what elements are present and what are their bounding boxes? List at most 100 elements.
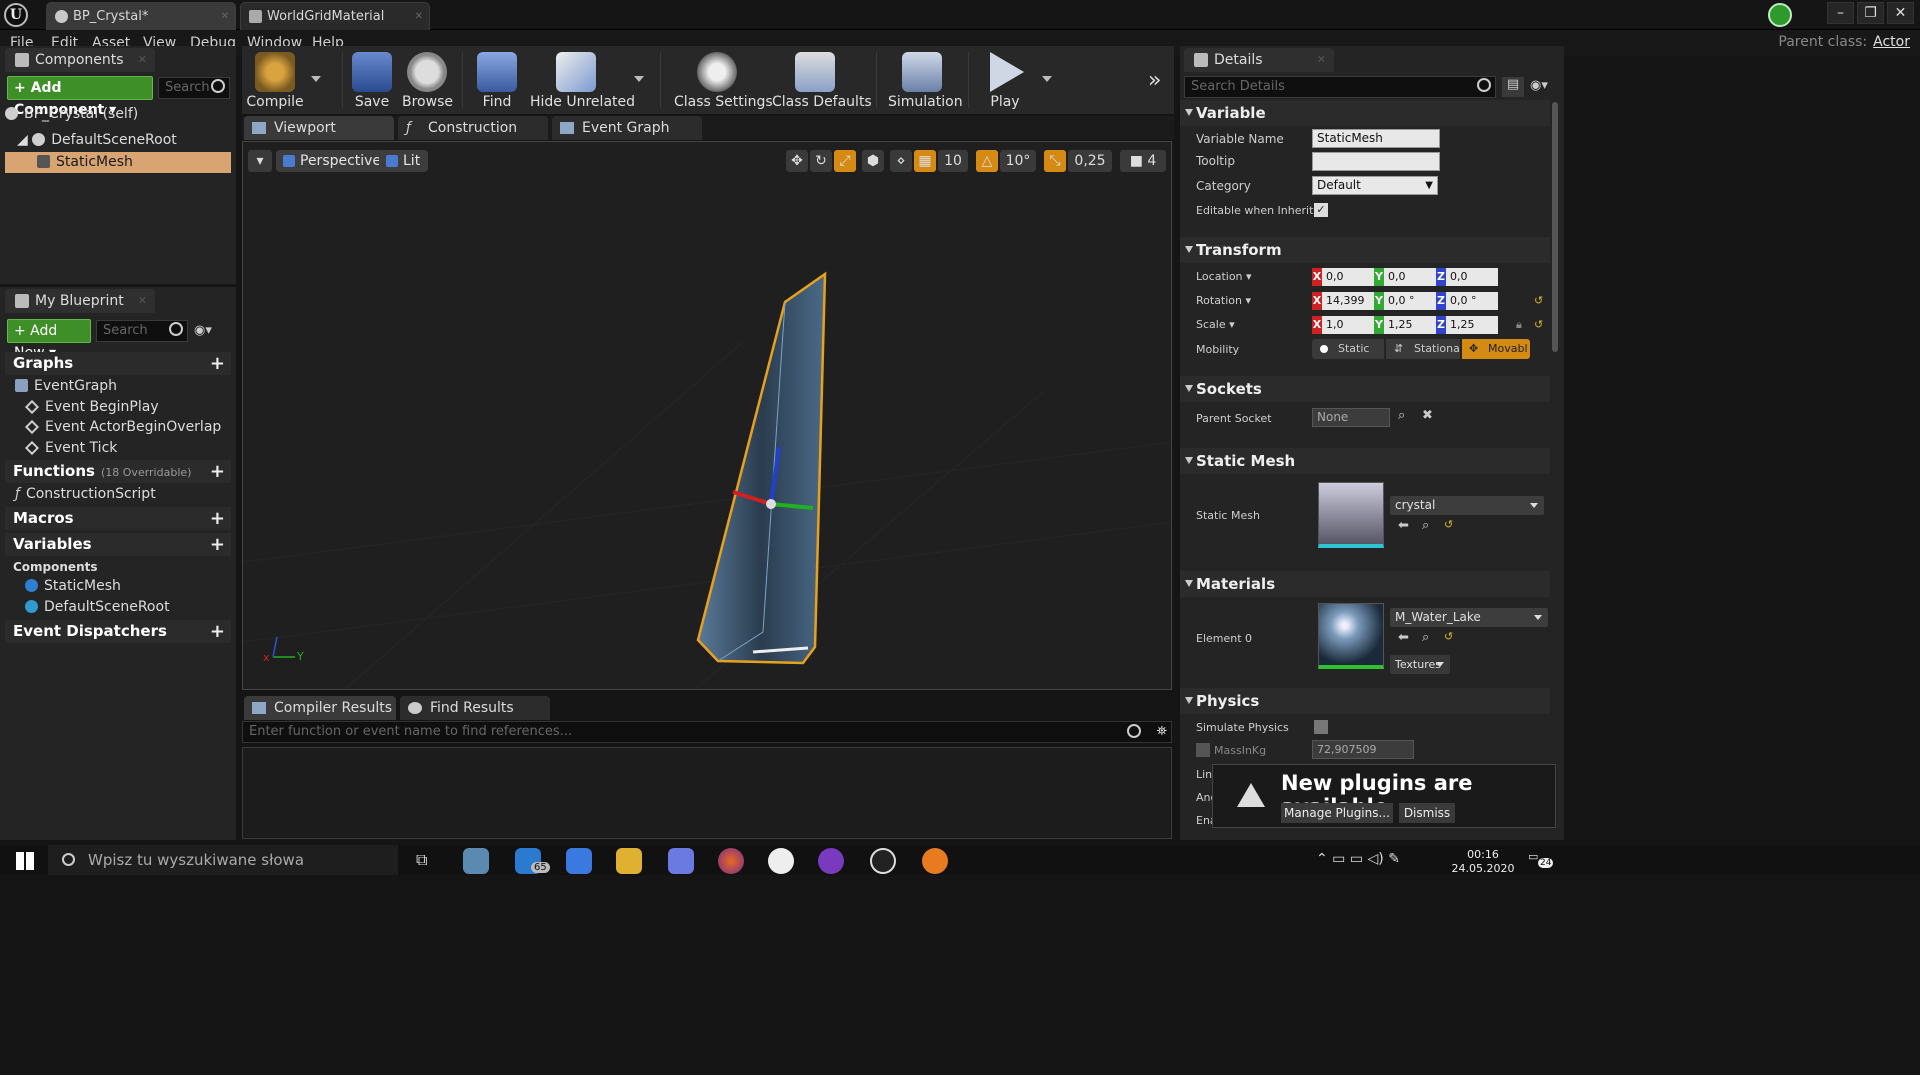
reset-rotation-icon[interactable]: ↺ — [1534, 294, 1543, 307]
graphs-section[interactable]: Graphs + — [5, 352, 231, 375]
rotation-x-input[interactable]: 14,399 — [1322, 292, 1374, 310]
scale-vector[interactable]: X 1,0 Y 1,25 Z 1,25 — [1312, 316, 1498, 334]
app-unreal-icon[interactable] — [870, 848, 896, 874]
location-y-input[interactable]: 0,0 — [1384, 268, 1436, 286]
tab-bp-crystal[interactable]: BP_Crystal* ✕ — [46, 2, 236, 30]
tab-compiler-results[interactable]: Compiler Results — [244, 696, 396, 720]
tab-details[interactable]: Details ✕ — [1184, 48, 1334, 72]
tooltip-input[interactable] — [1312, 152, 1440, 171]
rotation-vector[interactable]: X 14,399 Y 0,0 ° Z 0,0 ° — [1312, 292, 1498, 310]
save-button[interactable]: Save — [350, 46, 394, 114]
manage-plugins-button[interactable]: Manage Plugins... — [1281, 803, 1393, 823]
compile-button[interactable]: Compile — [244, 46, 306, 114]
static-mesh-dropdown[interactable]: crystal — [1390, 496, 1544, 515]
variable-name-input[interactable]: StaticMesh — [1312, 129, 1440, 148]
graph-eventgraph[interactable]: EventGraph — [5, 376, 231, 396]
source-control-icon[interactable] — [1768, 3, 1792, 27]
tab-my-blueprint[interactable]: My Blueprint ✕ — [5, 289, 155, 313]
static-mesh-thumbnail[interactable] — [1318, 482, 1384, 548]
mass-override-checkbox[interactable] — [1196, 743, 1210, 757]
visibility-eye-icon[interactable]: ◉▾ — [1530, 78, 1548, 93]
scale-y-input[interactable]: 1,25 — [1384, 316, 1436, 334]
clock[interactable]: 00:16 24.05.2020 — [1448, 848, 1518, 876]
browse-button[interactable]: Browse — [402, 46, 453, 114]
reset-mesh-icon[interactable]: ↺ — [1444, 518, 1453, 531]
reset-material-icon[interactable]: ↺ — [1444, 630, 1453, 643]
mobility-stationary-button[interactable]: ⇵ Stationa — [1386, 339, 1460, 359]
play-button[interactable]: Play — [980, 46, 1030, 114]
components-category[interactable]: Components — [5, 557, 231, 577]
app-firefox-icon[interactable] — [718, 848, 744, 874]
clear-socket-icon[interactable]: ✖ — [1422, 408, 1433, 423]
app-explorer-icon[interactable] — [616, 848, 642, 874]
dismiss-button[interactable]: Dismiss — [1399, 803, 1455, 823]
class-defaults-button[interactable]: Class Defaults — [772, 46, 872, 114]
details-scrollbar[interactable] — [1552, 102, 1558, 352]
tab-components[interactable]: Components ✕ — [5, 48, 155, 72]
close-tab-icon[interactable]: ✕ — [415, 3, 423, 30]
app-paint-icon[interactable] — [463, 848, 489, 874]
event-beginplay[interactable]: Event BeginPlay — [5, 397, 231, 417]
parent-socket-input[interactable]: None — [1312, 408, 1390, 427]
tree-item-defaultsceneroot[interactable]: ◢ DefaultSceneRoot — [5, 130, 231, 151]
editable-inherited-checkbox[interactable]: ✓ — [1314, 203, 1328, 217]
tab-find-results[interactable]: Find Results — [400, 696, 550, 720]
materials-category[interactable]: Materials — [1180, 571, 1550, 597]
material-thumbnail[interactable] — [1318, 603, 1384, 669]
event-tick[interactable]: Event Tick — [5, 438, 231, 458]
physics-category[interactable]: Physics — [1180, 688, 1550, 714]
property-matrix-icon[interactable]: ▤ — [1502, 77, 1524, 97]
app-word-icon[interactable] — [768, 848, 794, 874]
browse-asset-icon[interactable]: ⌕ — [1422, 518, 1429, 533]
location-label[interactable]: Location ▾ — [1196, 270, 1252, 283]
app-github-icon[interactable] — [818, 848, 844, 874]
add-variable-icon[interactable]: + — [210, 533, 225, 556]
binoculars-icon[interactable]: ⛯ — [1157, 722, 1167, 742]
material-dropdown[interactable]: M_Water_Lake — [1390, 608, 1548, 627]
blueprint-search-input[interactable]: Search — [96, 320, 188, 342]
search-icon[interactable] — [1127, 724, 1141, 738]
lock-icon[interactable]: 🔒︎ — [1516, 318, 1522, 332]
hide-unrelated-button[interactable]: Hide Unrelated — [530, 46, 635, 114]
location-z-input[interactable]: 0,0 — [1446, 268, 1498, 286]
components-search-input[interactable]: Search — [158, 77, 230, 99]
reset-scale-icon[interactable]: ↺ — [1534, 318, 1543, 331]
add-dispatcher-icon[interactable]: + — [210, 620, 225, 643]
simulate-physics-checkbox[interactable] — [1314, 720, 1328, 734]
minimize-button[interactable]: – — [1827, 2, 1854, 24]
scale-z-input[interactable]: 1,25 — [1446, 316, 1498, 334]
play-options-arrow[interactable] — [1042, 76, 1052, 82]
parent-class-link[interactable]: Actor — [1873, 34, 1910, 50]
find-button[interactable]: Find — [474, 46, 520, 114]
use-selected-asset-icon[interactable]: ⬅ — [1398, 518, 1409, 533]
rotation-z-input[interactable]: 0,0 ° — [1446, 292, 1498, 310]
function-constructionscript[interactable]: ƒ ConstructionScript — [5, 484, 231, 504]
add-component-button[interactable]: + Add Component ▾ — [7, 76, 153, 118]
system-tray-icons[interactable]: ⌃ ▭ ▭ ◁) ✎ — [1316, 851, 1400, 867]
toolbar-overflow-icon[interactable]: » — [1148, 68, 1161, 93]
tab-construction-script[interactable]: ƒConstruction Scrip — [398, 116, 548, 160]
details-search-input[interactable]: Search Details — [1184, 76, 1496, 98]
variable-staticmesh[interactable]: StaticMesh — [5, 576, 231, 596]
variable-defaultsceneroot[interactable]: DefaultSceneRoot — [5, 597, 231, 617]
add-new-button[interactable]: + Add New ▾ — [7, 319, 91, 361]
search-socket-icon[interactable]: ⌕ — [1398, 408, 1405, 423]
app-discord-icon[interactable] — [668, 848, 694, 874]
task-view-icon[interactable]: ⧉ — [416, 850, 427, 870]
app-mail-icon[interactable]: 65 — [515, 848, 550, 874]
close-tab-icon[interactable]: ✕ — [221, 3, 229, 30]
add-macro-icon[interactable]: + — [210, 507, 225, 530]
taskbar-search-input[interactable]: Wpisz tu wyszukiwane słowa — [48, 845, 398, 875]
location-x-input[interactable]: 0,0 — [1322, 268, 1374, 286]
mobility-movable-button[interactable]: ✥ Movabl — [1462, 339, 1530, 359]
add-function-icon[interactable]: + — [210, 460, 225, 483]
tab-viewport[interactable]: Viewport — [244, 116, 394, 140]
sockets-category[interactable]: Sockets — [1180, 376, 1550, 402]
browse-asset-icon[interactable]: ⌕ — [1422, 630, 1429, 645]
visibility-eye-icon[interactable]: ◉▾ — [194, 323, 212, 338]
event-dispatchers-section[interactable]: Event Dispatchers + — [5, 620, 231, 643]
find-references-input[interactable]: Enter function or event name to find ref… — [242, 721, 1172, 743]
app-blender-icon[interactable] — [922, 848, 948, 874]
tab-worldgridmaterial[interactable]: WorldGridMaterial ✕ — [240, 2, 430, 30]
macros-section[interactable]: Macros + — [5, 507, 231, 530]
